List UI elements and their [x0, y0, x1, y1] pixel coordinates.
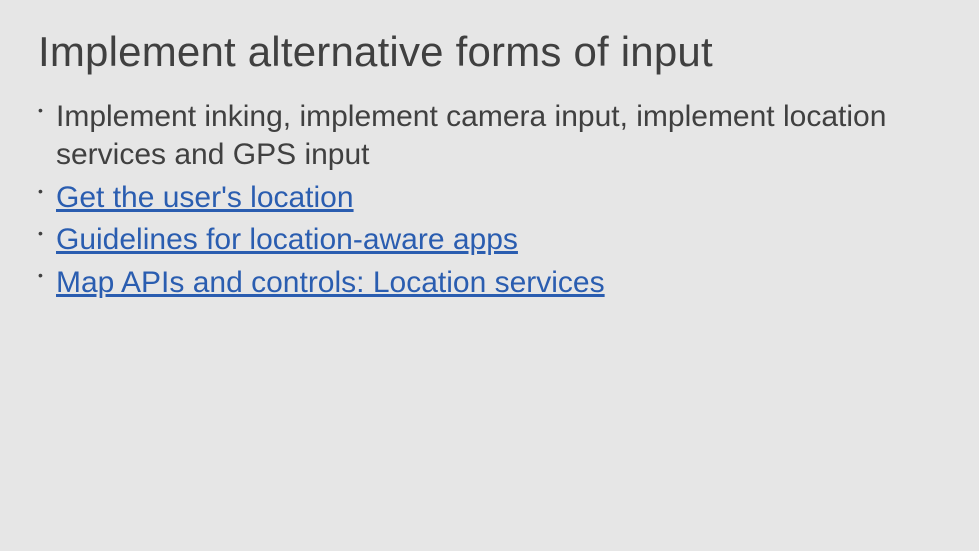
- bullet-item: Get the user's location: [38, 179, 941, 217]
- link-guidelines[interactable]: Guidelines for location-aware apps: [56, 223, 518, 256]
- bullet-text: Implement inking, implement camera input…: [56, 100, 886, 171]
- link-map-apis[interactable]: Map APIs and controls: Location services: [56, 266, 605, 299]
- bullet-item: Implement inking, implement camera input…: [38, 98, 941, 175]
- bullet-list: Implement inking, implement camera input…: [38, 98, 941, 302]
- link-get-location[interactable]: Get the user's location: [56, 181, 354, 214]
- bullet-item: Guidelines for location-aware apps: [38, 221, 941, 259]
- slide: Implement alternative forms of input Imp…: [0, 0, 979, 551]
- slide-title: Implement alternative forms of input: [38, 28, 941, 76]
- bullet-item: Map APIs and controls: Location services: [38, 264, 941, 302]
